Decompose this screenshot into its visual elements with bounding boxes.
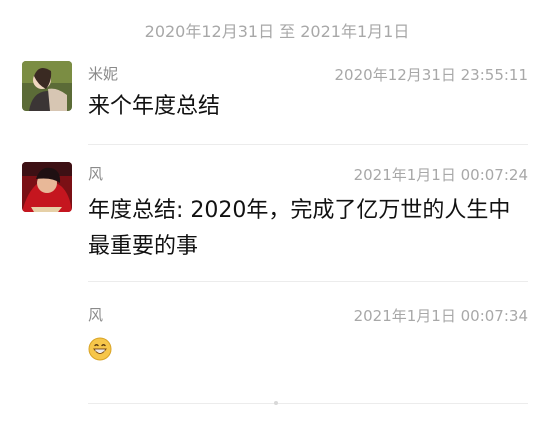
message-time: 2020年12月31日 23:55:11 (334, 66, 528, 84)
message-time: 2021年1月1日 00:07:24 (353, 166, 528, 184)
message-text: 来个年度总结 (88, 94, 221, 119)
message-item[interactable]: 米妮 2020年12月31日 23:55:11 来个年度总结 (0, 0, 554, 145)
grinning-face-icon (88, 337, 112, 361)
message-text-line-1: 年度总结: 2020年，完成了亿万世的人生中 (88, 198, 511, 223)
sender-name: 风 (88, 306, 104, 324)
message-time: 2021年1月1日 00:07:34 (353, 307, 528, 325)
message-item[interactable]: 风 2021年1月1日 00:07:34 (0, 282, 554, 404)
avatar[interactable] (22, 162, 72, 212)
divider (88, 403, 528, 404)
user-photo-icon (22, 61, 72, 111)
chat-history-page: 2020年12月31日 至 2021年1月1日 米妮 2020年12月31日 2… (0, 0, 554, 434)
message-item[interactable]: 风 2021年1月1日 00:07:24 年度总结: 2020年，完成了亿万世的… (0, 145, 554, 282)
avatar[interactable] (22, 61, 72, 111)
sender-name: 风 (88, 165, 104, 183)
user-photo-icon (22, 162, 72, 212)
page-indicator-dot (274, 401, 278, 405)
message-text-line-2: 最重要的事 (88, 234, 199, 259)
sender-name: 米妮 (88, 65, 119, 83)
